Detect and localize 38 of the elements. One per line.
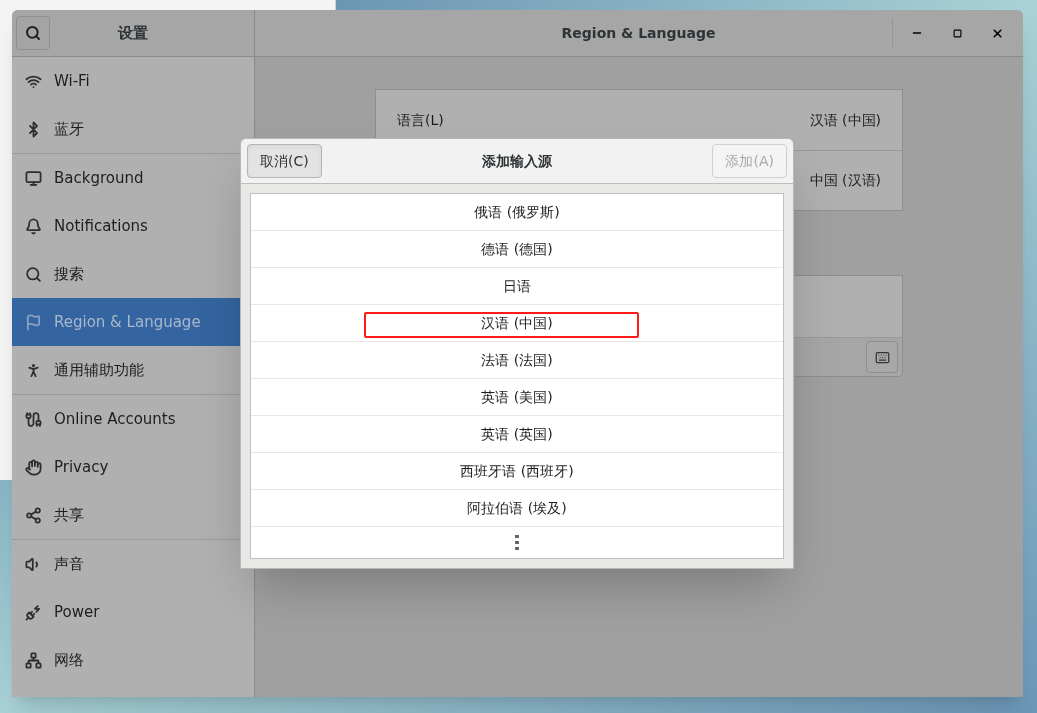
hand-icon (25, 458, 42, 476)
window-title: Region & Language (560, 23, 716, 43)
sidebar-title: 设置 (116, 22, 149, 44)
share-icon (25, 506, 42, 524)
language-item[interactable]: 德语 (德国) (251, 231, 783, 268)
plug-icon (25, 410, 42, 428)
keyboard-icon (874, 349, 890, 365)
more-icon (515, 535, 519, 550)
row-value: 中国 (汉语) (809, 171, 881, 190)
monitor-icon (25, 169, 42, 187)
search-button[interactable] (16, 16, 50, 50)
language-item[interactable]: 日语 (251, 268, 783, 305)
accessibility-icon (25, 361, 42, 379)
sidebar-item[interactable]: 声音 (12, 540, 254, 588)
language-item[interactable]: 汉语 (中国) (251, 305, 783, 342)
bell-icon (25, 217, 42, 235)
sidebar-item[interactable]: 网络 (12, 636, 254, 684)
language-item[interactable]: 法语 (法国) (251, 342, 783, 379)
language-item[interactable]: 俄语 (俄罗斯) (251, 194, 783, 231)
language-item[interactable]: 英语 (美国) (251, 379, 783, 416)
language-item[interactable]: 西班牙语 (西班牙) (251, 453, 783, 490)
search-icon (25, 265, 42, 283)
row-label: 语言(L) (397, 110, 444, 130)
cancel-button[interactable]: 取消(C) (247, 144, 322, 178)
network-icon (25, 651, 42, 669)
dialog-title: 添加输入源 (482, 151, 553, 171)
keyboard-button[interactable] (866, 341, 898, 373)
power-plug-icon (25, 603, 42, 621)
sidebar-item[interactable]: Wi-Fi (12, 57, 254, 105)
language-item[interactable]: 阿拉伯语 (埃及) (251, 490, 783, 527)
sidebar-item[interactable]: 共享 (12, 491, 254, 539)
flag-icon (25, 313, 42, 331)
maximize-icon (952, 28, 962, 38)
sidebar-item[interactable]: Power (12, 588, 254, 636)
close-icon (990, 26, 1004, 40)
search-icon (25, 25, 41, 41)
language-item[interactable]: 英语 (英国) (251, 416, 783, 453)
row-value: 汉语 (中国) (809, 110, 881, 130)
